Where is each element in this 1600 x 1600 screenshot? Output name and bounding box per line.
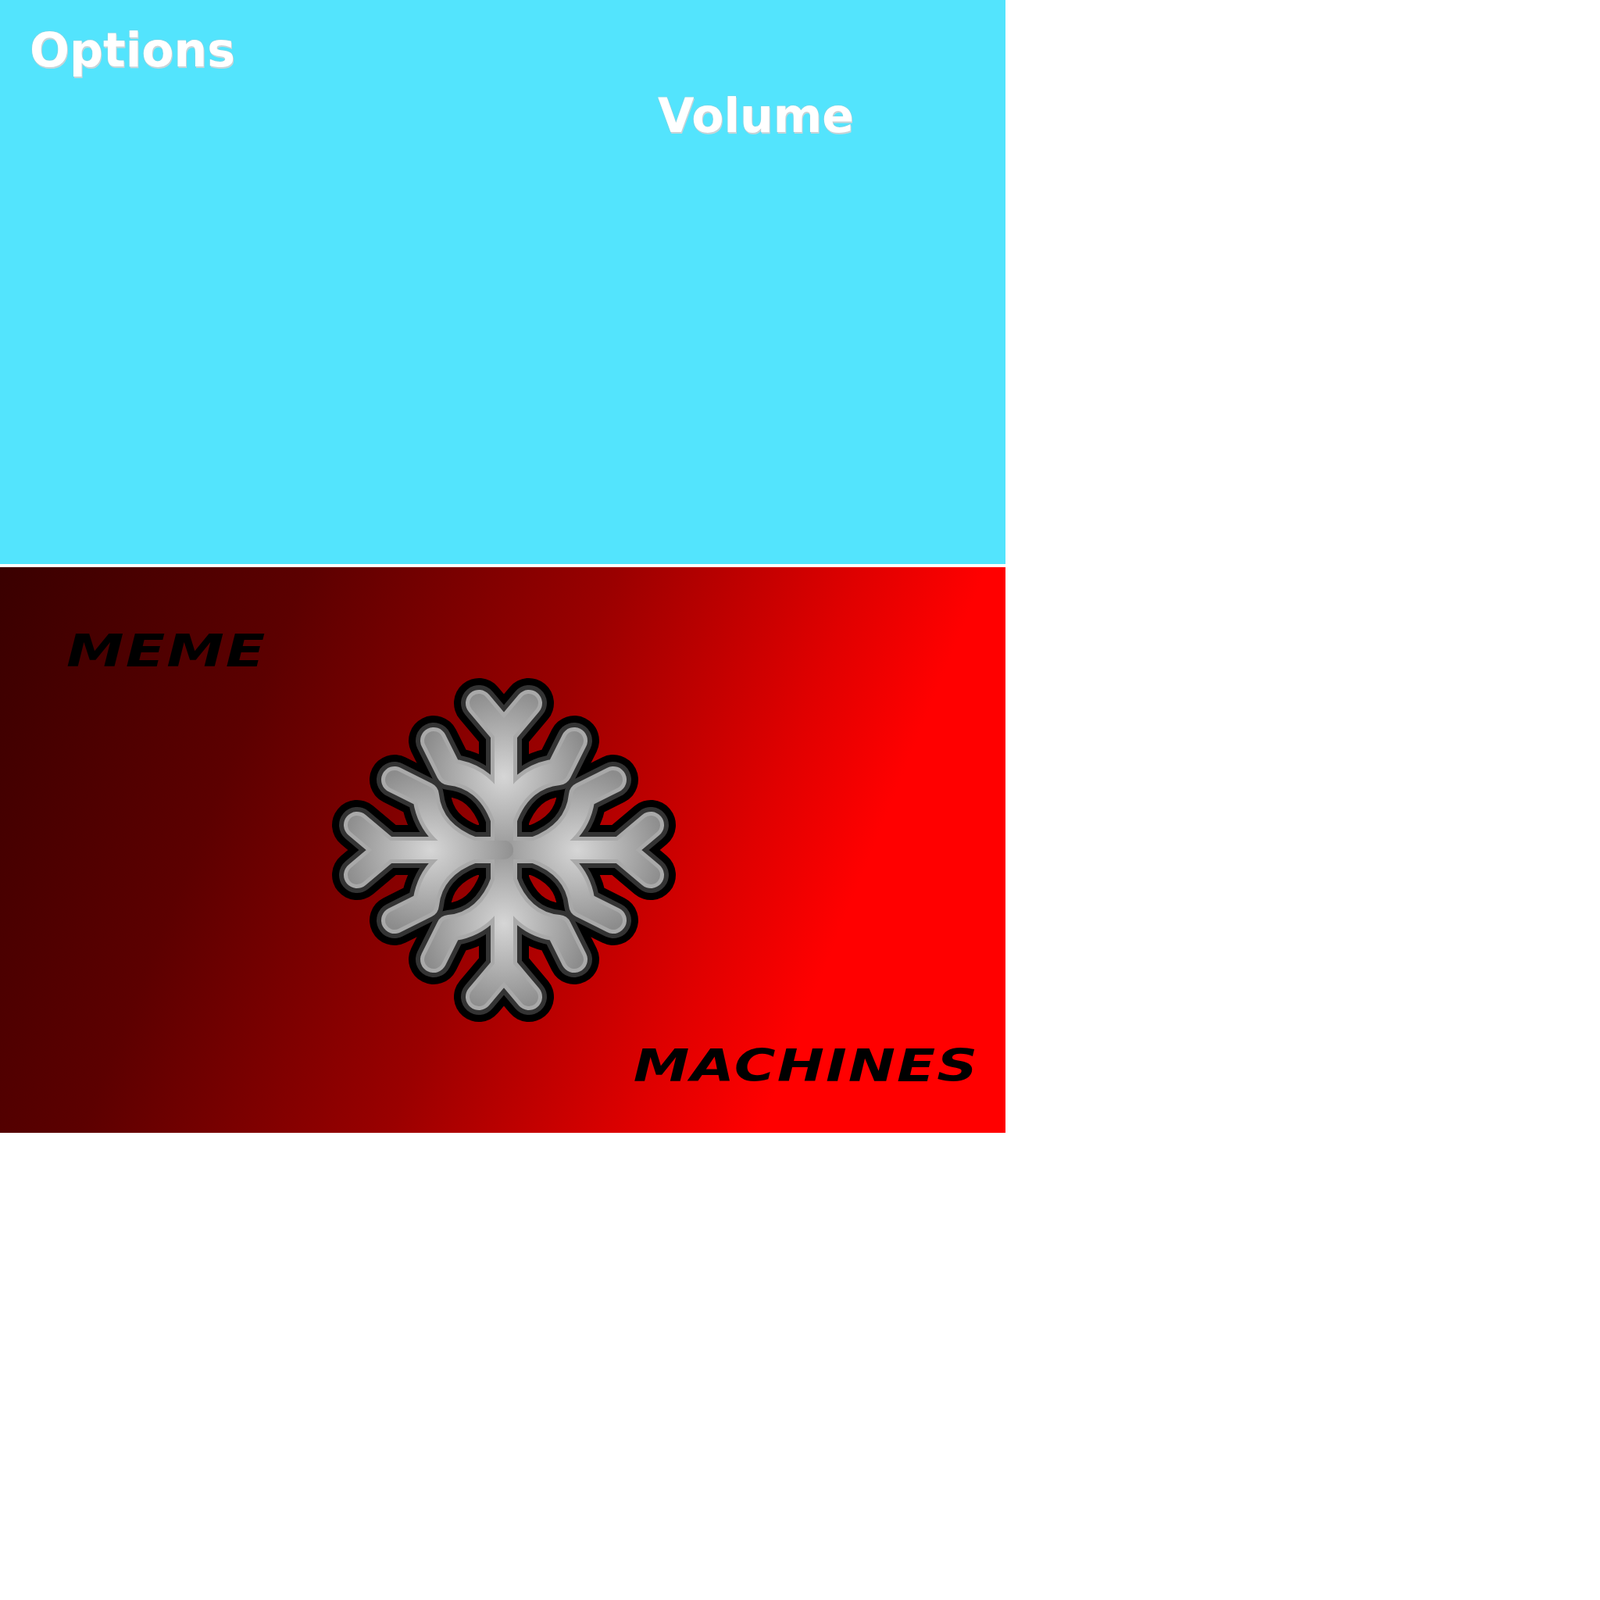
emblem-icon xyxy=(324,567,684,1044)
logo-word: MACHINES xyxy=(633,1043,1006,1114)
screen-title: Options xyxy=(29,21,1006,79)
logo-word: MEME xyxy=(0,567,325,940)
game-screen: Options Volume xyxy=(0,0,1006,1133)
setting-label: Volume xyxy=(657,87,1006,144)
logo-panel: MEME MACHINES xyxy=(0,567,1006,1133)
options-panel: Options Volume xyxy=(0,0,1006,568)
